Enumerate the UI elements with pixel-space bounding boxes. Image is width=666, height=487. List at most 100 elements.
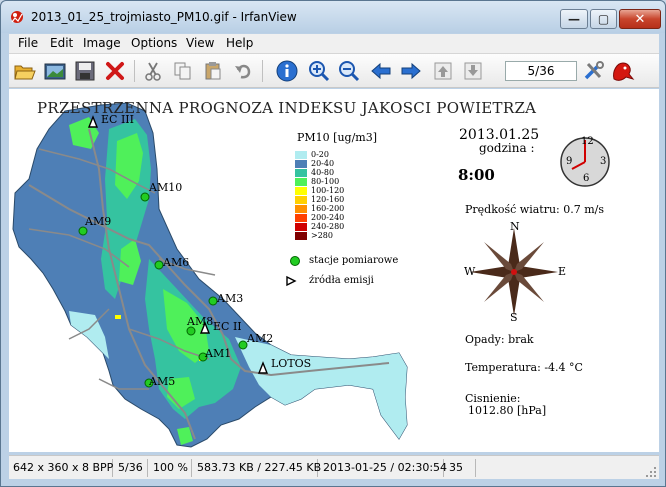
undo-button[interactable]	[230, 58, 256, 84]
status-bar: 642 x 360 x 8 BPP 5/36 100 % 583.73 KB /…	[9, 455, 659, 479]
station-label: AM6	[163, 256, 190, 269]
info-button[interactable]	[274, 58, 300, 84]
page-counter[interactable]: 5/36	[505, 61, 577, 81]
station-label: AM10	[149, 181, 183, 194]
resize-grip-icon[interactable]	[645, 466, 657, 478]
forecast-map-image: PRZESTRZENNA PROGNOZA INDEKSU JAKOSCI PO…	[9, 89, 651, 449]
legend-label: 120-160	[311, 195, 345, 204]
legend-label: 100-120	[311, 186, 345, 195]
compass-east: E	[558, 265, 567, 278]
zoom-out-button[interactable]	[336, 58, 362, 84]
open-icon	[14, 65, 36, 80]
thumbnails-button[interactable]	[42, 58, 68, 84]
compass-north: N	[510, 220, 520, 233]
legend-label: >280	[311, 231, 333, 240]
menu-options[interactable]: Options	[131, 36, 177, 50]
status-count: 35	[446, 459, 476, 477]
status-dimensions: 642 x 360 x 8 BPP	[10, 459, 113, 477]
menu-bar: File Edit Image Options View Help	[9, 34, 659, 54]
legend-label: 200-240	[311, 213, 345, 222]
menu-file[interactable]: File	[18, 36, 38, 50]
irfanview-logo-icon	[613, 62, 635, 81]
status-datetime: 2013-01-25 / 02:30:54	[320, 459, 447, 477]
next-icon	[401, 62, 421, 80]
wind-speed: Prędkość wiatru: 0.7 m/s	[465, 203, 605, 216]
pressure-value: 1012.80 [hPa]	[468, 404, 547, 417]
legend-title: PM10 [ug/m3]	[297, 131, 378, 144]
toolbar-separator	[262, 60, 263, 82]
station-label: AM1	[205, 347, 232, 360]
irfanview-app-icon	[11, 11, 23, 23]
legend-label: 40-80	[311, 168, 335, 177]
previous-button[interactable]	[368, 58, 394, 84]
compass-west: W	[464, 265, 476, 278]
undo-icon	[235, 64, 251, 79]
settings-icon	[584, 61, 604, 80]
menu-image[interactable]: Image	[83, 36, 121, 50]
clock-number: 3	[600, 156, 607, 167]
previous-icon	[371, 62, 391, 80]
thumbnails-icon	[44, 63, 66, 80]
minimize-button[interactable]: —	[560, 9, 588, 29]
irfanview-window: 2013_01_25_trojmiasto_PM10.gif - IrfanVi…	[0, 0, 666, 487]
temperature: Temperatura: -4.4 °C	[465, 361, 583, 374]
save-icon	[75, 61, 95, 81]
station-label: AM3	[217, 292, 244, 305]
compass-south: S	[510, 311, 518, 324]
copy-button[interactable]	[170, 58, 196, 84]
cut-button[interactable]	[140, 58, 166, 84]
delete-icon	[106, 62, 124, 80]
cut-icon	[145, 62, 161, 81]
legend-label: 160-200	[311, 204, 345, 213]
zoom-in-icon	[309, 61, 330, 82]
station-label: AM5	[149, 375, 176, 388]
open-button[interactable]	[12, 58, 38, 84]
source-label: EC III	[101, 113, 134, 126]
legend-stations-label: stacje pomiarowe	[309, 255, 399, 266]
status-zoom: 100 %	[150, 459, 192, 477]
maximize-button[interactable]: ▢	[590, 9, 617, 29]
clock-number: 9	[566, 156, 573, 167]
toolbar: 5/36	[9, 54, 659, 88]
zoom-out-icon	[339, 61, 360, 82]
legend-label: 80-100	[311, 177, 340, 186]
toolbar-separator	[134, 60, 135, 82]
zoom-in-button[interactable]	[306, 58, 332, 84]
save-button[interactable]	[72, 58, 98, 84]
delete-button[interactable]	[102, 58, 128, 84]
first-page-button[interactable]	[430, 58, 456, 84]
legend-label: 20-40	[311, 159, 335, 168]
menu-help[interactable]: Help	[226, 36, 253, 50]
station-label: AM2	[247, 332, 274, 345]
status-file-size: 583.73 KB / 227.45 KB	[194, 459, 321, 477]
clock-number: 6	[583, 173, 590, 184]
settings-button[interactable]	[581, 58, 607, 84]
menu-view[interactable]: View	[186, 36, 214, 50]
precipitation: Opady: brak	[465, 333, 534, 346]
title-bar[interactable]: 2013_01_25_trojmiasto_PM10.gif - IrfanVi…	[1, 1, 665, 33]
next-button[interactable]	[398, 58, 424, 84]
window-title: 2013_01_25_trojmiasto_PM10.gif - IrfanVi…	[31, 10, 297, 24]
legend-label: 240-280	[311, 222, 345, 231]
menu-edit[interactable]: Edit	[50, 36, 73, 50]
minimize-icon: —	[568, 12, 580, 26]
image-viewport[interactable]: PRZESTRZENNA PROGNOZA INDEKSU JAKOSCI PO…	[9, 89, 659, 452]
first-page-icon	[434, 62, 452, 80]
last-page-button[interactable]	[460, 58, 486, 84]
source-label: LOTOS	[271, 357, 312, 370]
close-button[interactable]: ✕	[619, 9, 661, 29]
irfanview-logo-button[interactable]	[609, 58, 635, 84]
paste-icon	[205, 62, 221, 80]
paste-button[interactable]	[200, 58, 226, 84]
copy-icon	[174, 62, 191, 80]
info-icon	[276, 60, 298, 82]
hour-value: 8:00	[458, 166, 495, 184]
legend-sources-label: źródła emisji	[309, 275, 374, 286]
hour-label: godzina :	[479, 141, 535, 155]
maximize-icon: ▢	[597, 12, 610, 26]
last-page-icon	[464, 62, 482, 80]
source-label: EC II	[213, 320, 242, 333]
station-label: AM9	[85, 215, 112, 228]
station-label: AM8	[187, 315, 214, 328]
close-icon: ✕	[634, 11, 646, 27]
